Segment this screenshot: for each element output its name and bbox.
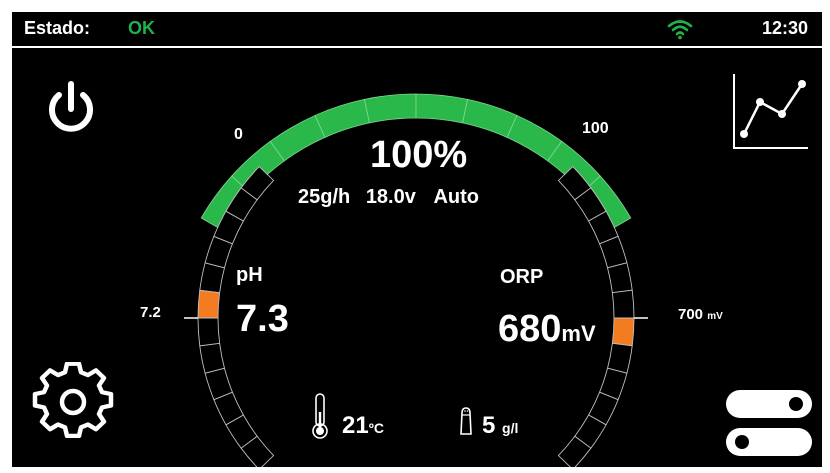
ph-setpoint-label: 7.2 <box>140 304 161 321</box>
gauge-max-label: 100 <box>582 120 609 137</box>
production-rate: 25g/h <box>298 186 351 208</box>
operating-mode[interactable]: Auto <box>433 186 479 208</box>
orp-setpoint-wrap: 700 mV <box>678 306 723 323</box>
salt-reading: 5 g/l <box>482 412 518 440</box>
orp-value: 680 <box>498 308 562 350</box>
production-info: 25g/h 18.0v Auto <box>298 186 479 209</box>
salt-shaker-icon <box>460 407 472 435</box>
production-segment <box>314 98 370 138</box>
cell-voltage: 18.0v <box>365 186 416 208</box>
production-percent: 100% <box>370 134 468 176</box>
ph-scale-segment <box>197 289 221 319</box>
orp-setpoint-label: 700 <box>678 306 704 323</box>
orp-value-wrap: 680mV <box>498 308 596 351</box>
orp-unit: mV <box>561 321 596 346</box>
thermometer-icon <box>312 393 328 439</box>
production-segment <box>415 93 469 124</box>
temperature-reading: 21ºC <box>342 412 384 440</box>
orp-scale-segment <box>611 289 635 319</box>
device-screen: Estado: OK 12:30 0 100 100% 25g/h 18.0v … <box>12 12 822 467</box>
temperature-unit: ºC <box>368 420 384 436</box>
gauge-area <box>184 93 648 467</box>
production-segment <box>462 98 518 138</box>
ph-label: pH <box>236 264 263 286</box>
production-segment <box>363 93 417 124</box>
orp-setpoint-unit: mV <box>707 311 723 322</box>
ph-scale-segment <box>199 342 226 374</box>
ph-value: 7.3 <box>236 298 289 340</box>
gauge-min-label: 0 <box>234 126 243 143</box>
ph-scale-segment <box>197 317 221 347</box>
orp-scale-segment <box>606 262 633 294</box>
salt-unit: g/l <box>502 420 519 436</box>
orp-scale-segment <box>611 317 635 347</box>
orp-label: ORP <box>500 266 544 288</box>
salt-value: 5 <box>482 412 496 439</box>
temperature-value: 21 <box>342 412 369 439</box>
